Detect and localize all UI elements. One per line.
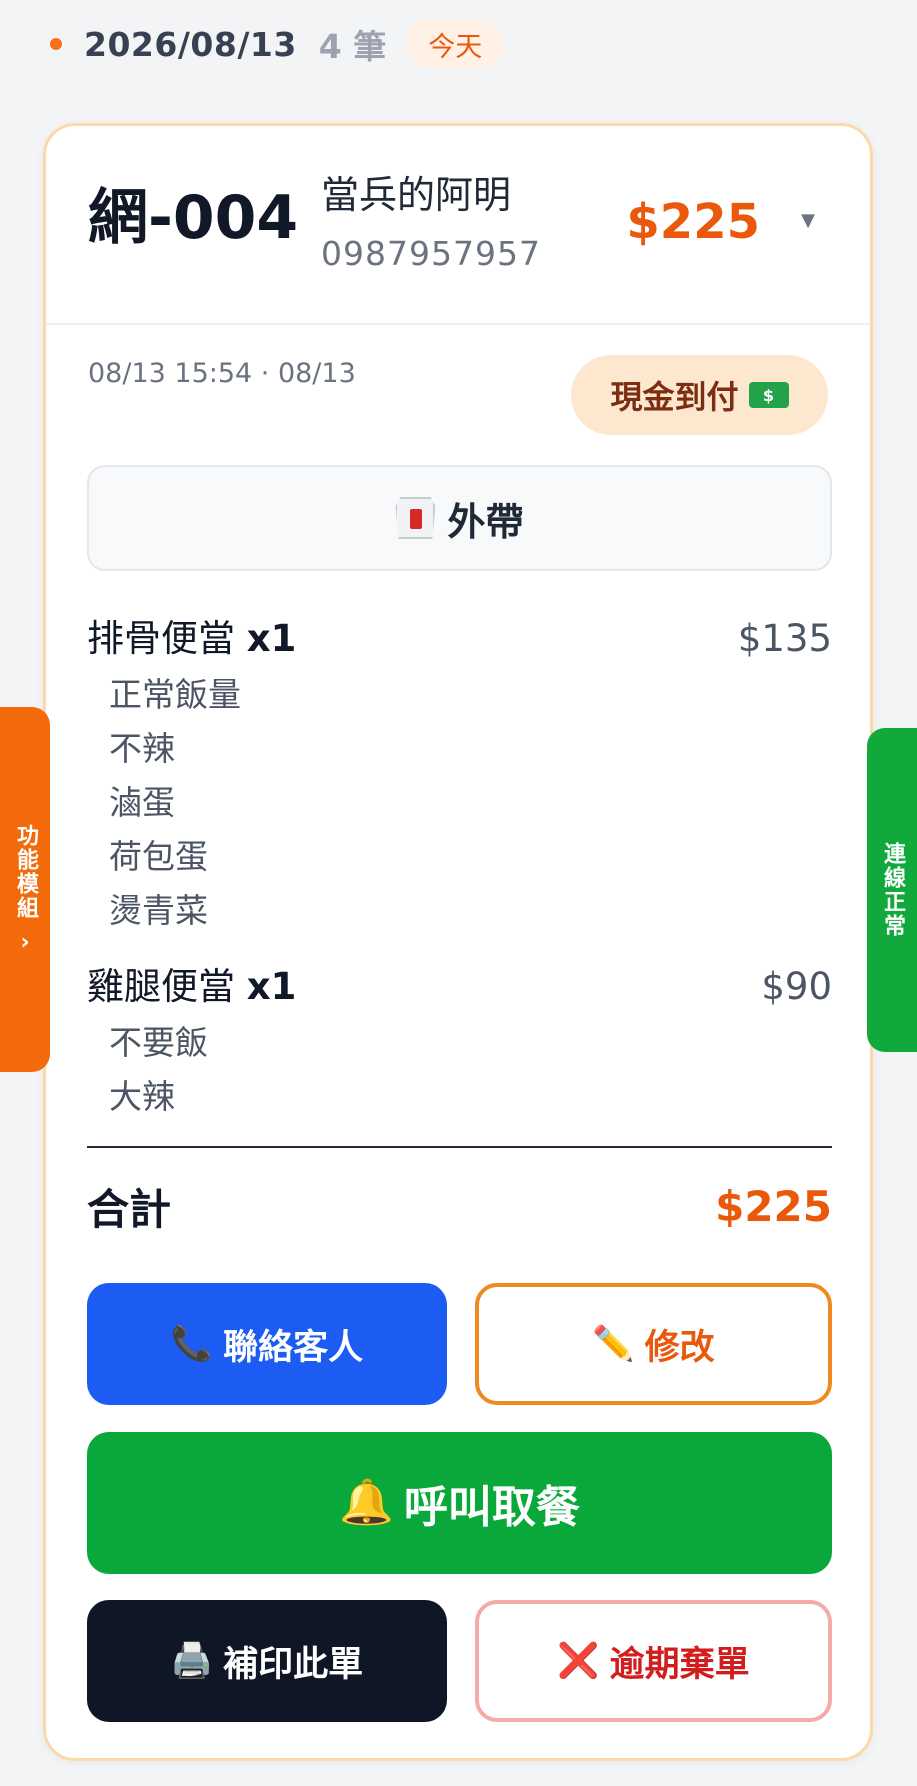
side-right-label: 連線正常	[880, 842, 905, 938]
total-row: 合計 $225	[87, 1176, 832, 1237]
payment-method: 現金到付	[610, 378, 739, 416]
item-name: 排骨便當 x1	[87, 617, 297, 660]
item-option: 大辣	[109, 1077, 175, 1116]
item-price: $135	[737, 617, 832, 660]
order-page: 2026/08/13 4 筆 今天 網-004 當兵的阿明 0987957957…	[0, 0, 917, 1786]
order-items: 排骨便當 x1 $135 正常飯量 不辣 滷蛋 荷包蛋 燙青菜 雞腿便當 x1	[87, 610, 832, 1144]
order-time: 08/13 15:54 · 08/13	[88, 358, 356, 389]
customer-phone: 0987957957	[321, 234, 541, 273]
item-option: 荷包蛋	[109, 837, 208, 876]
header-total: $225	[626, 194, 760, 250]
discard-order-button[interactable]: ❌ 逾期棄單	[475, 1600, 832, 1722]
item-option: 不要飯	[109, 1023, 208, 1062]
chevron-right-icon: ›	[20, 930, 30, 955]
order-number: 網-004	[88, 183, 299, 253]
edit-order-button[interactable]: ✏️ 修改	[475, 1283, 832, 1405]
order-item: 雞腿便當 x1 $90 不要飯 大辣	[87, 958, 832, 1124]
item-qty: x1	[246, 617, 297, 660]
order-card: 網-004 當兵的阿明 0987957957 $225 ▼ 08/13 15:5…	[43, 123, 873, 1761]
call-pickup-button[interactable]: 🔔 呼叫取餐	[87, 1432, 832, 1574]
today-badge: 今天	[406, 19, 505, 69]
item-option: 不辣	[109, 729, 175, 768]
printer-icon: 🖨️	[170, 1641, 214, 1681]
date-dot-icon	[50, 38, 62, 50]
bell-icon: 🔔	[339, 1477, 394, 1528]
order-item: 排骨便當 x1 $135 正常飯量 不辣 滷蛋 荷包蛋 燙青菜	[87, 610, 832, 938]
total-label: 合計	[87, 1185, 172, 1234]
date-group-header: 2026/08/13 4 筆 今天	[50, 18, 505, 70]
item-option: 正常飯量	[109, 675, 241, 714]
payment-badge: 現金到付 $	[571, 355, 828, 435]
item-qty: x1	[246, 965, 297, 1008]
service-type: 外帶	[447, 499, 524, 544]
takeout-box-icon	[395, 497, 436, 539]
order-meta: 08/13 15:54 · 08/13 現金到付 $	[46, 325, 870, 445]
date-text: 2026/08/13	[84, 24, 297, 64]
order-card-header[interactable]: 網-004 當兵的阿明 0987957957 $225 ▼	[46, 126, 870, 325]
phone-icon: 📞	[170, 1324, 214, 1364]
customer-name: 當兵的阿明	[321, 173, 512, 217]
total-divider	[87, 1146, 832, 1148]
pencil-icon: ✏️	[592, 1324, 635, 1364]
connection-status-tab[interactable]: 連線正常	[867, 728, 917, 1052]
item-option: 燙青菜	[109, 891, 208, 930]
function-module-tab[interactable]: 功能模組 ›	[0, 707, 50, 1072]
item-price: $90	[761, 965, 832, 1008]
service-type-box: 外帶	[87, 465, 832, 571]
cash-icon: $	[748, 382, 789, 408]
contact-customer-button[interactable]: 📞 聯絡客人	[87, 1283, 447, 1405]
side-left-label: 功能模組	[13, 824, 38, 920]
chevron-down-icon[interactable]: ▼	[801, 212, 815, 230]
cross-icon: ❌	[557, 1641, 600, 1681]
item-name: 雞腿便當 x1	[87, 965, 297, 1008]
total-value: $225	[715, 1182, 832, 1231]
order-count: 4 筆	[318, 27, 387, 66]
item-option: 滷蛋	[109, 783, 175, 822]
reprint-button[interactable]: 🖨️ 補印此單	[87, 1600, 447, 1722]
